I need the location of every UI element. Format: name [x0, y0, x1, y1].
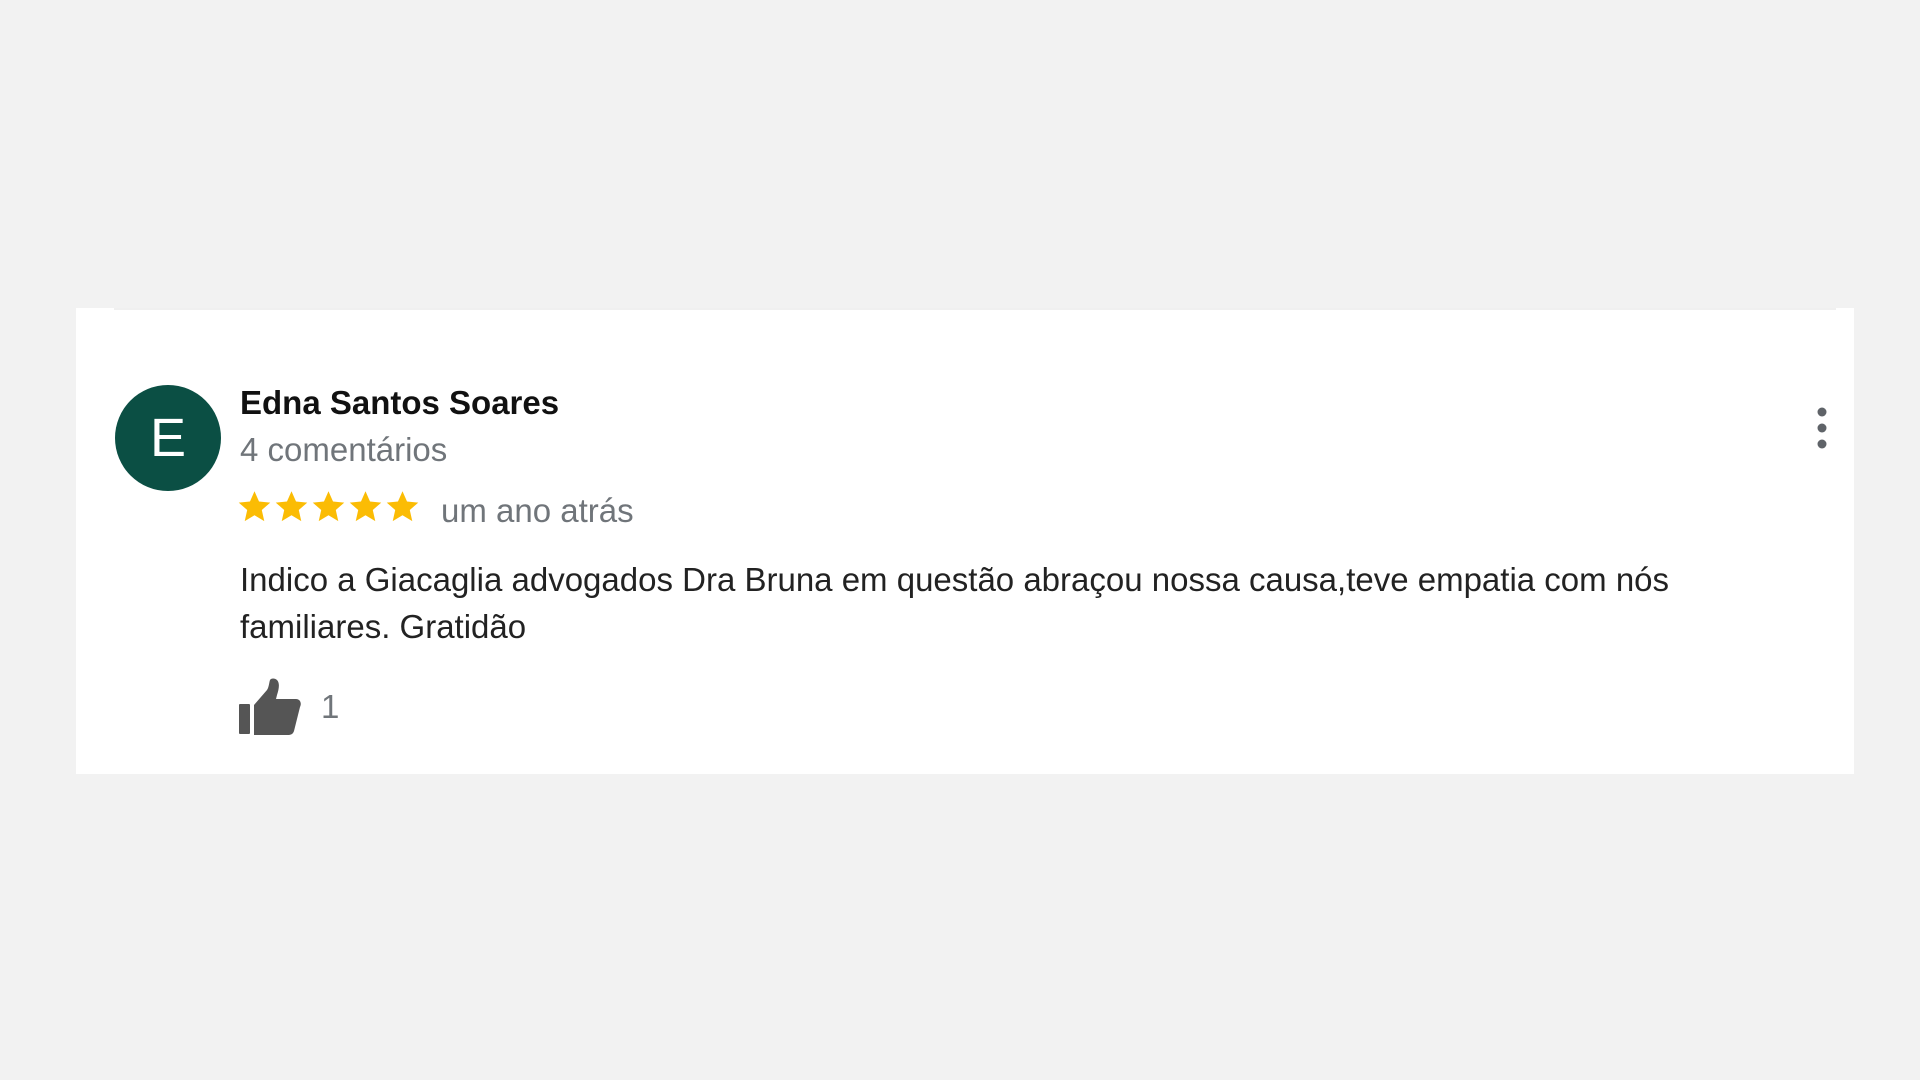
- review-card: E Edna Santos Soares 4 comentários um an…: [76, 308, 1854, 774]
- author-review-count: 4 comentários: [240, 431, 448, 468]
- review-date: um ano atrás: [441, 492, 634, 529]
- star-icon: [238, 491, 271, 522]
- author-name[interactable]: Edna Santos Soares: [240, 384, 559, 422]
- star-icon: [275, 491, 308, 522]
- like-count: 1: [321, 688, 340, 725]
- like-button[interactable]: 1: [239, 678, 339, 736]
- review-text: Indico a Giacaglia advogados Dra Bruna e…: [240, 561, 1670, 645]
- divider: [114, 308, 1836, 310]
- more-vert-icon: [1817, 407, 1827, 449]
- avatar[interactable]: E: [115, 385, 221, 491]
- star-icon: [349, 491, 382, 522]
- star-icon: [386, 491, 419, 522]
- star-rating: [237, 489, 420, 524]
- star-icon: [312, 491, 345, 522]
- more-options-button[interactable]: [1807, 406, 1837, 450]
- thumbs-up-icon: [239, 678, 301, 735]
